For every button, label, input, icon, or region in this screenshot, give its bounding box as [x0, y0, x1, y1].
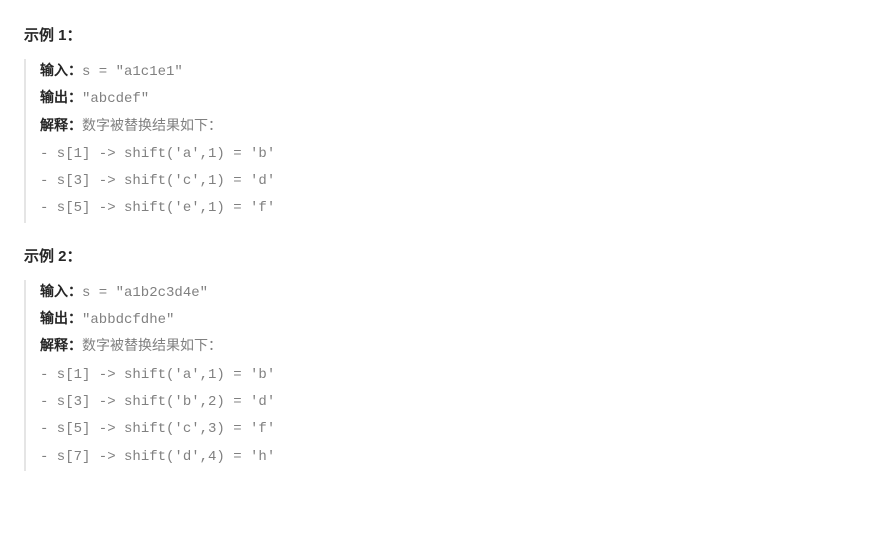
example-1-step-line: - s[3] -> shift('c',1) = 'd'	[40, 168, 854, 195]
output-value: "abbdcfdhe"	[82, 312, 174, 328]
example-1-block: 输入：s = "a1c1e1" 输出："abcdef" 解释：数字被替换结果如下…	[24, 59, 854, 223]
input-label: 输入：	[40, 285, 82, 301]
input-value: s = "a1c1e1"	[82, 64, 183, 80]
explain-value: 数字被替换结果如下：	[82, 119, 222, 135]
explain-value: 数字被替换结果如下：	[82, 339, 222, 355]
example-1-input-line: 输入：s = "a1c1e1"	[40, 59, 854, 86]
example-1-step-line: - s[5] -> shift('e',1) = 'f'	[40, 195, 854, 222]
example-2-step-line: - s[5] -> shift('c',3) = 'f'	[40, 416, 854, 443]
example-2-explain-line: 解释：数字被替换结果如下：	[40, 334, 854, 361]
example-2-heading: 示例 2：	[24, 245, 854, 266]
example-2-step-line: - s[3] -> shift('b',2) = 'd'	[40, 389, 854, 416]
example-2-step-line: - s[1] -> shift('a',1) = 'b'	[40, 362, 854, 389]
example-1-step-line: - s[1] -> shift('a',1) = 'b'	[40, 141, 854, 168]
example-2-output-line: 输出："abbdcfdhe"	[40, 307, 854, 334]
example-1-heading: 示例 1：	[24, 24, 854, 45]
output-value: "abcdef"	[82, 91, 149, 107]
example-1-explain-line: 解释：数字被替换结果如下：	[40, 114, 854, 141]
input-value: s = "a1b2c3d4e"	[82, 285, 208, 301]
example-2-step-line: - s[7] -> shift('d',4) = 'h'	[40, 444, 854, 471]
output-label: 输出：	[40, 91, 82, 107]
example-2-input-line: 输入：s = "a1b2c3d4e"	[40, 280, 854, 307]
example-1-output-line: 输出："abcdef"	[40, 86, 854, 113]
explain-label: 解释：	[40, 119, 82, 135]
input-label: 输入：	[40, 64, 82, 80]
explain-label: 解释：	[40, 339, 82, 355]
example-2-block: 输入：s = "a1b2c3d4e" 输出："abbdcfdhe" 解释：数字被…	[24, 280, 854, 471]
output-label: 输出：	[40, 312, 82, 328]
